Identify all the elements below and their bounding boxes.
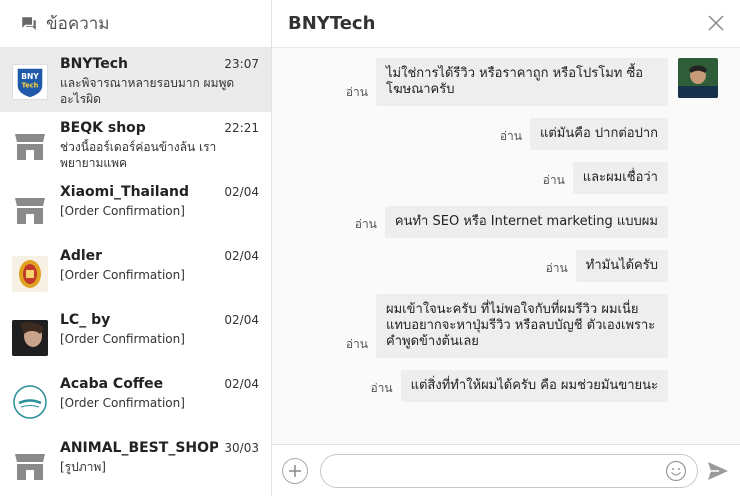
message-bubble: แต่มันคือ ปากต่อปาก [529, 118, 668, 150]
message-bubble: คนทำ SEO หรือ Internet marketing แบบผม [384, 206, 668, 238]
sidebar-header: ข้อความ [0, 0, 271, 48]
send-icon[interactable] [706, 459, 730, 483]
conversation-item-animal-best-shop[interactable]: ANIMAL_BEST_SHOP 30/03 [รูปภาพ] [0, 432, 271, 496]
chat-bubbles-icon [22, 16, 36, 30]
read-status: อ่าน [499, 129, 522, 143]
message-bubble: ไม่ใช่การได้รีวิว หรือราคาถูก หรือโปรโมท… [376, 58, 668, 106]
conversation-item-lc-by[interactable]: LC_ by 02/04 [Order Confirmation] [0, 304, 271, 368]
message-row: อ่าน และผมเชื่อว่า [272, 162, 740, 194]
read-status: อ่าน [345, 337, 368, 351]
message-input[interactable] [335, 462, 665, 479]
read-status: อ่าน [545, 261, 568, 275]
message-bubble: แต่สิ่งที่ทำให้ผมได้ครับ คือ ผมช่วยมันขา… [400, 370, 668, 402]
conversation-name: BNYTech [60, 56, 128, 72]
conversation-list: BNY Tech BNYTech 23:07 และพิจารณาหลายรอบ… [0, 48, 271, 496]
conversation-snippet: และพิจารณาหลายรอบมาก ผมพูดอะไรผิด [60, 76, 235, 106]
conversation-time: 23:07 [224, 57, 259, 71]
conversation-time: 02/04 [224, 313, 259, 327]
acaba-logo [12, 384, 48, 420]
svg-text:BNY: BNY [21, 72, 39, 81]
message-row: อ่าน คนทำ SEO หรือ Internet marketing แบ… [272, 206, 740, 238]
bnytech-logo: BNY Tech [12, 64, 48, 100]
shop-icon [12, 128, 48, 164]
message-composer [272, 444, 740, 496]
conversation-time: 30/03 [224, 441, 259, 455]
svg-text:Tech: Tech [22, 82, 39, 90]
chat-window: ข้อความ BNY Tech BNYTech 23:07 และพิจารณ… [0, 0, 740, 496]
conversation-sidebar: ข้อความ BNY Tech BNYTech 23:07 และพิจารณ… [0, 0, 272, 496]
lc-photo [12, 320, 48, 356]
conversation-name: LC_ by [60, 312, 111, 328]
conversation-snippet: [Order Confirmation] [60, 204, 185, 218]
chat-title: BNYTech [288, 13, 376, 34]
adler-logo [12, 256, 48, 292]
message-bubble: ทำมันได้ครับ [575, 250, 668, 282]
conversation-snippet: [Order Confirmation] [60, 332, 185, 346]
conversation-time: 02/04 [224, 249, 259, 263]
sidebar-title: ข้อความ [46, 14, 110, 34]
shop-icon [12, 448, 48, 484]
chat-header: BNYTech [272, 0, 740, 48]
conversation-time: 22:21 [224, 121, 259, 135]
message-row: อ่าน แต่สิ่งที่ทำให้ผมได้ครับ คือ ผมช่วย… [272, 370, 740, 402]
message-row: อ่าน แต่มันคือ ปากต่อปาก [272, 118, 740, 150]
message-list: อ่าน ไม่ใช่การได้รีวิว หรือราคาถูก หรือโ… [272, 48, 740, 444]
message-row: อ่าน ผมเข้าใจนะครับ ที่ไม่พอใจกับที่ผมรี… [272, 294, 740, 358]
read-status: อ่าน [542, 173, 565, 187]
conversation-snippet: [Order Confirmation] [60, 396, 185, 410]
shop-icon [12, 192, 48, 228]
conversation-time: 02/04 [224, 185, 259, 199]
conversation-item-beqk-shop[interactable]: BEQK shop 22:21 ช่วงนี้ออร์เดอร์ค่อนข้าง… [0, 112, 271, 176]
conversation-name: Acaba Coffee [60, 376, 164, 392]
message-row: อ่าน ทำมันได้ครับ [272, 250, 740, 282]
conversation-snippet: ช่วงนี้ออร์เดอร์ค่อนข้างล้น เราพยายามแพค [60, 140, 217, 170]
read-status: อ่าน [354, 217, 377, 231]
conversation-name: Xiaomi_Thailand [60, 184, 190, 200]
conversation-name: ANIMAL_BEST_SHOP [60, 440, 219, 456]
conversation-item-acaba-coffee[interactable]: Acaba Coffee 02/04 [Order Confirmation] [0, 368, 271, 432]
conversation-name: BEQK shop [60, 120, 146, 136]
message-bubble: ผมเข้าใจนะครับ ที่ไม่พอใจกับที่ผมรีวิว ผ… [376, 294, 668, 358]
conversation-snippet: [Order Confirmation] [60, 268, 185, 282]
message-input-wrapper [320, 453, 698, 488]
conversation-name: Adler [60, 248, 103, 264]
plus-icon [289, 464, 301, 477]
conversation-item-xiaomi-thailand[interactable]: Xiaomi_Thailand 02/04 [Order Confirmatio… [0, 176, 271, 240]
conversation-item-adler[interactable]: Adler 02/04 [Order Confirmation] [0, 240, 271, 304]
conversation-snippet: [รูปภาพ] [60, 460, 106, 474]
message-row: อ่าน ไม่ใช่การได้รีวิว หรือราคาถูก หรือโ… [272, 58, 740, 106]
conversation-time: 02/04 [224, 377, 259, 391]
read-status: อ่าน [345, 85, 368, 99]
chat-panel: BNYTech อ่าน ไม่ใช่การได้รีวิว หรือราคาถ… [272, 0, 740, 496]
emoji-icon[interactable] [665, 460, 687, 482]
message-bubble: และผมเชื่อว่า [572, 162, 668, 194]
close-icon[interactable] [706, 13, 726, 33]
read-status: อ่าน [370, 381, 393, 395]
attach-plus-button[interactable] [282, 457, 308, 484]
conversation-item-bnytech[interactable]: BNY Tech BNYTech 23:07 และพิจารณาหลายรอบ… [0, 48, 271, 112]
